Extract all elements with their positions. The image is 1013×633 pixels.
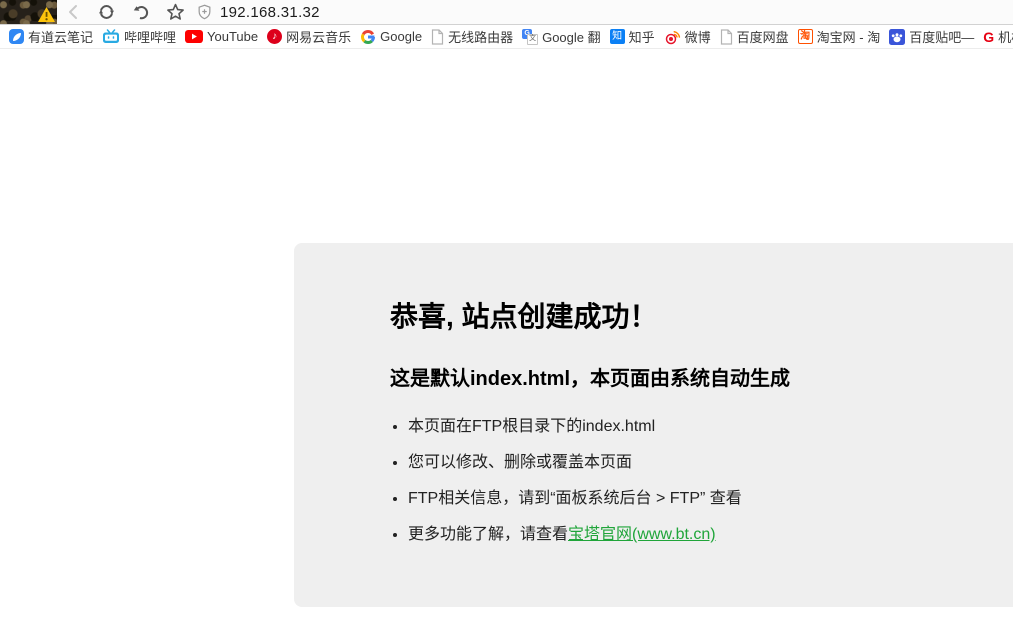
list-item: 本页面在FTP根目录下的index.html [408,417,1013,437]
zhihu-icon [610,29,625,44]
gcores-icon [983,30,994,44]
bookmark-label: 机核网 [998,27,1013,46]
youdao-icon [9,29,24,44]
refresh-icon[interactable] [97,3,116,21]
list-item: FTP相关信息，请到“面板系统后台 > FTP” 查看 [408,489,1013,509]
bookmark-label: 百度网盘 [737,27,789,46]
list-item-text: FTP相关信息，请到“面板系统后台 > FTP” 查看 [408,490,742,507]
bilibili-icon [102,29,120,44]
warning-triangle-icon [37,6,56,23]
tieba-icon [889,29,905,45]
bookmark-label: 知乎 [629,27,655,46]
youtube-icon [185,30,203,43]
security-shield-icon[interactable] [197,4,212,20]
address-bar[interactable]: 192.168.31.32 [197,4,320,21]
bookmark-label: 淘宝网 - 淘 [817,27,881,46]
bookmark-label: 微博 [685,27,711,46]
taobao-icon [798,29,813,44]
bookmark-router[interactable]: 无线路由器 [431,27,513,46]
bookmark-label: 百度贴吧— [909,27,974,46]
page-icon [431,29,444,45]
bookmark-youtube[interactable]: YouTube [185,29,258,44]
bookmark-label: 无线路由器 [448,27,513,46]
bookmark-zhihu[interactable]: 知乎 [610,27,655,46]
page-title: 恭喜, 站点创建成功！ [390,300,1013,333]
bookmark-label: 有道云笔记 [28,27,93,46]
site-created-panel: 恭喜, 站点创建成功！ 这是默认index.html，本页面由系统自动生成 本页… [294,243,1013,607]
bookmark-google[interactable]: Google [360,29,422,45]
bookmark-label: YouTube [207,29,258,44]
bookmark-weibo[interactable]: 微博 [664,27,711,46]
bookmark-netease-music[interactable]: 网易云音乐 [267,27,351,46]
list-item: 您可以修改、删除或覆盖本页面 [408,453,1013,473]
list-item-text: 本页面在FTP根目录下的index.html [408,418,655,435]
back-icon[interactable] [65,3,81,21]
bookmark-tieba[interactable]: 百度贴吧— [889,27,974,46]
bookmark-baidu-pan[interactable]: 百度网盘 [720,27,789,46]
bookmarks-bar: 有道云笔记 哔哩哔哩 YouTube [0,25,1013,49]
page-subtitle: 这是默认index.html，本页面由系统自动生成 [390,367,1013,391]
bookmark-youdao[interactable]: 有道云笔记 [9,27,93,46]
bookmark-label: 网易云音乐 [286,27,351,46]
weibo-icon [664,29,681,45]
google-translate-icon: G文 [522,29,538,45]
list-item-text: 您可以修改、删除或覆盖本页面 [408,454,632,471]
netease-music-icon [267,29,282,44]
bookmark-label: Google [380,29,422,44]
bookmark-gcores[interactable]: 机核网 [983,27,1013,46]
bookmark-bilibili[interactable]: 哔哩哔哩 [102,27,176,46]
list-item: 更多功能了解，请查看宝塔官网(www.bt.cn) [408,525,1013,545]
undo-icon[interactable] [132,3,150,21]
browser-window: 192.168.31.32 有道云笔记 哔哩哔哩 [0,0,1013,633]
bookmark-google-translate[interactable]: G文 Google 翻 [522,27,601,46]
bookmark-star-icon[interactable] [166,3,185,21]
info-list: 本页面在FTP根目录下的index.html 您可以修改、删除或覆盖本页面 FT… [390,417,1013,545]
tab-thumbnail[interactable] [0,0,57,24]
list-item-text: 更多功能了解，请查看 [408,526,568,543]
page-icon [720,29,733,45]
bookmark-label: 哔哩哔哩 [124,27,176,46]
google-icon [360,29,376,45]
bookmark-label: Google 翻 [542,27,601,46]
browser-toolbar: 192.168.31.32 [0,0,1013,25]
bookmark-taobao[interactable]: 淘宝网 - 淘 [798,27,881,46]
bt-official-site-link[interactable]: 宝塔官网(www.bt.cn) [568,526,716,543]
url-text[interactable]: 192.168.31.32 [220,4,320,21]
